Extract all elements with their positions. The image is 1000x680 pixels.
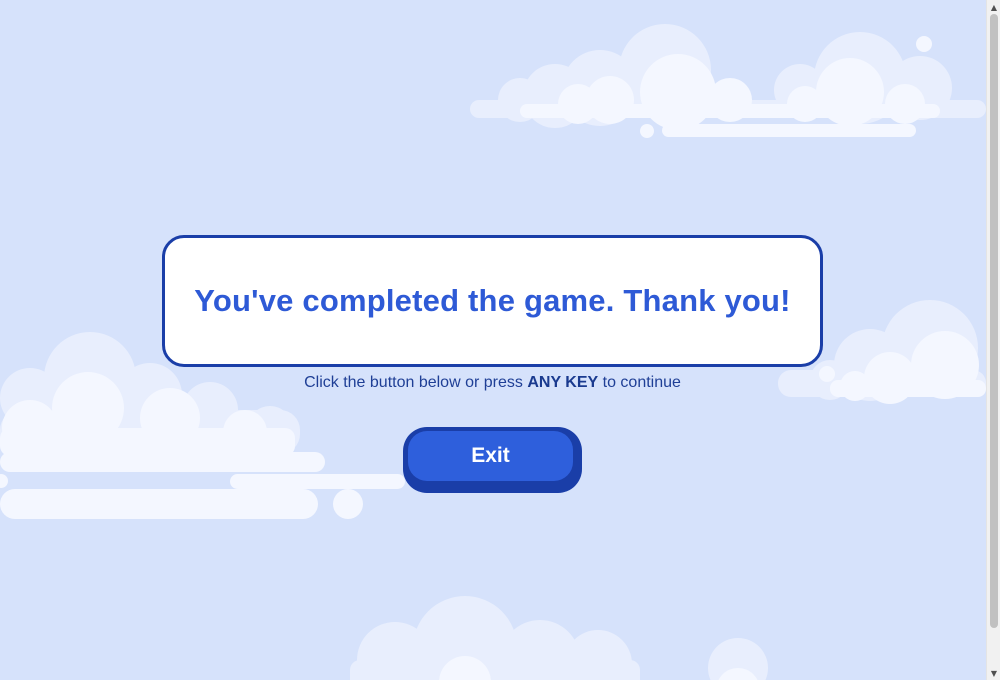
exit-button-label: Exit xyxy=(408,431,573,481)
cloud-bottom-back xyxy=(350,596,768,680)
vertical-scrollbar[interactable]: ▲ ▼ xyxy=(986,0,1000,680)
completion-message-box: You've completed the game. Thank you! xyxy=(162,235,823,367)
scroll-up-icon[interactable]: ▲ xyxy=(987,0,1000,14)
scroll-down-icon[interactable]: ▼ xyxy=(987,666,1000,680)
completion-message: You've completed the game. Thank you! xyxy=(194,283,791,318)
instruction-key: ANY KEY xyxy=(527,374,599,391)
scrollbar-thumb[interactable] xyxy=(990,14,998,628)
continue-instruction: Click the button below or press ANY KEY … xyxy=(162,374,823,392)
instruction-suffix: to continue xyxy=(602,374,681,391)
instruction-prefix: Click the button below or press xyxy=(304,374,523,391)
exit-button[interactable]: Exit xyxy=(403,427,582,493)
game-stage: You've completed the game. Thank you! Cl… xyxy=(0,0,986,680)
